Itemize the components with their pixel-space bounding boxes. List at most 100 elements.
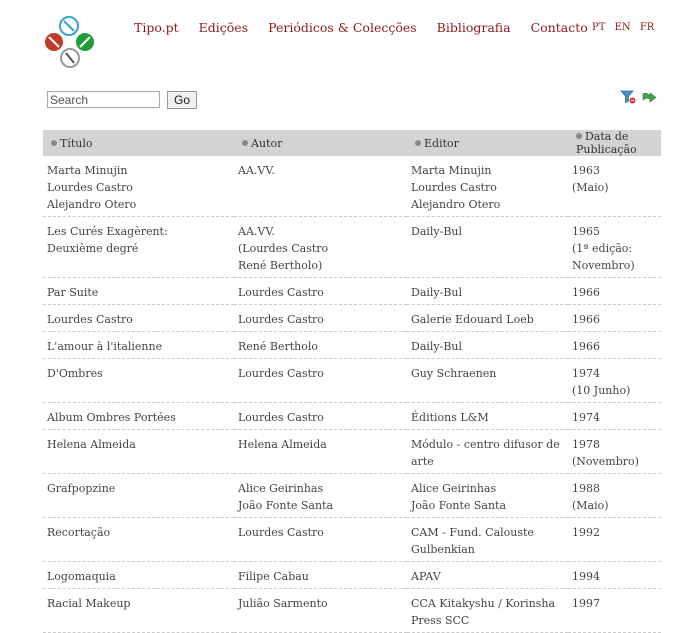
- cell-line: Filipe Cabau: [238, 570, 309, 583]
- cell-line: (Maio): [572, 181, 609, 194]
- cell-line: Press SCC: [411, 614, 470, 627]
- cell-line: Deuxième degré: [47, 242, 139, 255]
- export-icon[interactable]: [642, 90, 658, 104]
- cell-line: Guy Schraenen: [411, 367, 497, 380]
- cell-publisher: Marta Minujin Lourdes Castro Alejandro Ote…: [407, 156, 568, 217]
- table-row[interactable]: Marta Minujin Lourdes Castro Alejandro Ote…: [43, 156, 661, 217]
- cell-line: Daily-Bul: [411, 286, 463, 299]
- cell-line: L'amour à l'italienne: [47, 340, 163, 353]
- column-header-autor[interactable]: Autor: [234, 130, 407, 156]
- cell-line: D'Ombres: [47, 367, 103, 380]
- cell-date: 1974: [568, 402, 661, 430]
- cell-date: 1966: [568, 277, 661, 305]
- column-header-titulo[interactable]: Título: [43, 130, 234, 156]
- cell-line: CCA Kitakyshu / Korinsha: [411, 597, 556, 610]
- cell-title: Helena Almeida: [43, 429, 234, 474]
- cell-line: Módulo - centro difusor de arte: [411, 438, 560, 468]
- cell-line: (10 Junho): [572, 384, 631, 397]
- table-row[interactable]: Grafpopzine Alice Geirinhas João Fonte San…: [43, 473, 661, 518]
- cell-line: Lourdes Castro: [238, 526, 324, 539]
- filter-icon[interactable]: [620, 90, 636, 104]
- table-row[interactable]: Les Curés Exagèrent: Deuxième degré AA.VV.…: [43, 216, 661, 278]
- cell-line: Marta Minujin: [47, 164, 128, 177]
- cell-author: Alice Geirinhas João Fonte Santa: [234, 473, 407, 518]
- cell-line: Par Suite: [47, 286, 99, 299]
- cell-author: René Bertholo: [234, 331, 407, 359]
- cell-line: Galerie Edouard Loeb: [411, 313, 534, 326]
- table-row[interactable]: Album Ombres Portées Lourdes Castro Éditio…: [43, 402, 661, 430]
- cell-line: Daily-Bul: [411, 340, 463, 353]
- lang-pt[interactable]: PT: [592, 22, 605, 33]
- cell-line: Lourdes Castro: [238, 286, 324, 299]
- cell-line: Racial Makeup: [47, 597, 131, 610]
- cell-publisher: Daily-Bul: [407, 216, 568, 278]
- cell-line: 1992: [572, 526, 600, 539]
- go-button[interactable]: Go: [167, 91, 197, 109]
- nav-item-contacto[interactable]: Contacto: [531, 20, 588, 35]
- cell-line: Alice Geirinhas: [411, 482, 497, 495]
- table-row[interactable]: D'Ombres Lourdes Castro Guy Schraenen 1974 (…: [43, 358, 661, 403]
- search-input[interactable]: [47, 91, 160, 108]
- cell-title: Album Ombres Portées: [43, 402, 234, 430]
- cell-line: 1994: [572, 570, 600, 583]
- table-row[interactable]: Par Suite Lourdes Castro Daily-Bul 1966: [43, 277, 661, 305]
- nav-item-periodicos[interactable]: Periódicos & Colecções: [268, 20, 417, 35]
- cell-title: Recortação: [43, 517, 234, 562]
- cell-publisher: Guy Schraenen: [407, 358, 568, 403]
- cell-line: 1974: [572, 367, 600, 380]
- cell-date: 1974 (10 Junho): [568, 358, 661, 403]
- cell-line: Alejandro Otero: [47, 198, 137, 211]
- cell-publisher: Módulo - centro difusor de arte: [407, 429, 568, 474]
- cell-author: Lourdes Castro: [234, 402, 407, 430]
- cell-title: Lourdes Castro: [43, 304, 234, 332]
- cell-line: Alice Geirinhas: [238, 482, 324, 495]
- table-row[interactable]: Helena Almeida Helena Almeida Módulo - cen…: [43, 429, 661, 474]
- cell-line: Les Curés Exagèrent:: [47, 225, 168, 238]
- table-row[interactable]: Recortação Lourdes Castro CAM - Fund. Calo…: [43, 517, 661, 562]
- cell-publisher: Éditions L&M: [407, 402, 568, 430]
- cell-line: 1965: [572, 225, 600, 238]
- cell-line: APAV: [411, 570, 441, 583]
- cell-line: 1974: [572, 411, 600, 424]
- nav-item-edicoes[interactable]: Edições: [199, 20, 248, 35]
- table-body: Marta Minujin Lourdes Castro Alejandro Ote…: [43, 156, 661, 633]
- column-header-editor[interactable]: Editor: [407, 130, 568, 156]
- results-table: Título Autor Editor Data de Publicação M…: [43, 130, 661, 633]
- cell-line: Lourdes Castro: [47, 313, 133, 326]
- table-row[interactable]: Logomaquia Filipe Cabau APAV 1994: [43, 561, 661, 589]
- table-row[interactable]: L'amour à l'italienne René Bertholo Daily-…: [43, 331, 661, 359]
- cell-title: L'amour à l'italienne: [43, 331, 234, 359]
- sort-icon: [415, 139, 421, 146]
- cell-line: Éditions L&M: [411, 411, 489, 424]
- sort-icon: [51, 139, 57, 146]
- tipo-logo[interactable]: [42, 14, 100, 70]
- cell-line: Helena Almeida: [47, 438, 136, 451]
- cell-date: 1966: [568, 304, 661, 332]
- cell-line: 1997: [572, 597, 600, 610]
- cell-line: René Bertholo): [238, 259, 323, 272]
- nav-item-bibliografia[interactable]: Bibliografia: [437, 20, 511, 35]
- cell-title: Marta Minujin Lourdes Castro Alejandro Ote…: [43, 156, 234, 217]
- cell-publisher: APAV: [407, 561, 568, 589]
- lang-en[interactable]: EN: [615, 22, 631, 33]
- cell-line: Lourdes Castro: [47, 181, 133, 194]
- cell-line: Daily-Bul: [411, 225, 463, 238]
- cell-line: Alejandro Otero: [411, 198, 501, 211]
- cell-author: AA.VV. (Lourdes Castro René Bertholo): [234, 216, 407, 278]
- table-row[interactable]: Racial Makeup Julião Sarmento CCA Kitakysh…: [43, 588, 661, 633]
- cell-line: (1ª edição: Novembro): [572, 242, 635, 272]
- cell-publisher: Daily-Bul: [407, 331, 568, 359]
- cell-author: Julião Sarmento: [234, 588, 407, 633]
- cell-date: 1994: [568, 561, 661, 589]
- cell-line: Lourdes Castro: [238, 313, 324, 326]
- cell-line: Recortação: [47, 526, 111, 539]
- lang-fr[interactable]: FR: [640, 22, 654, 33]
- cell-date: 1997: [568, 588, 661, 633]
- table-row[interactable]: Lourdes Castro Lourdes Castro Galerie Edou…: [43, 304, 661, 332]
- cell-date: 1965 (1ª edição: Novembro): [568, 216, 661, 278]
- cell-line: (Lourdes Castro: [238, 242, 329, 255]
- cell-publisher: CAM - Fund. Calouste Gulbenkian: [407, 517, 568, 562]
- column-header-data[interactable]: Data de Publicação: [568, 130, 661, 156]
- cell-author: Filipe Cabau: [234, 561, 407, 589]
- nav-item-tipo[interactable]: Tipo.pt: [134, 20, 179, 35]
